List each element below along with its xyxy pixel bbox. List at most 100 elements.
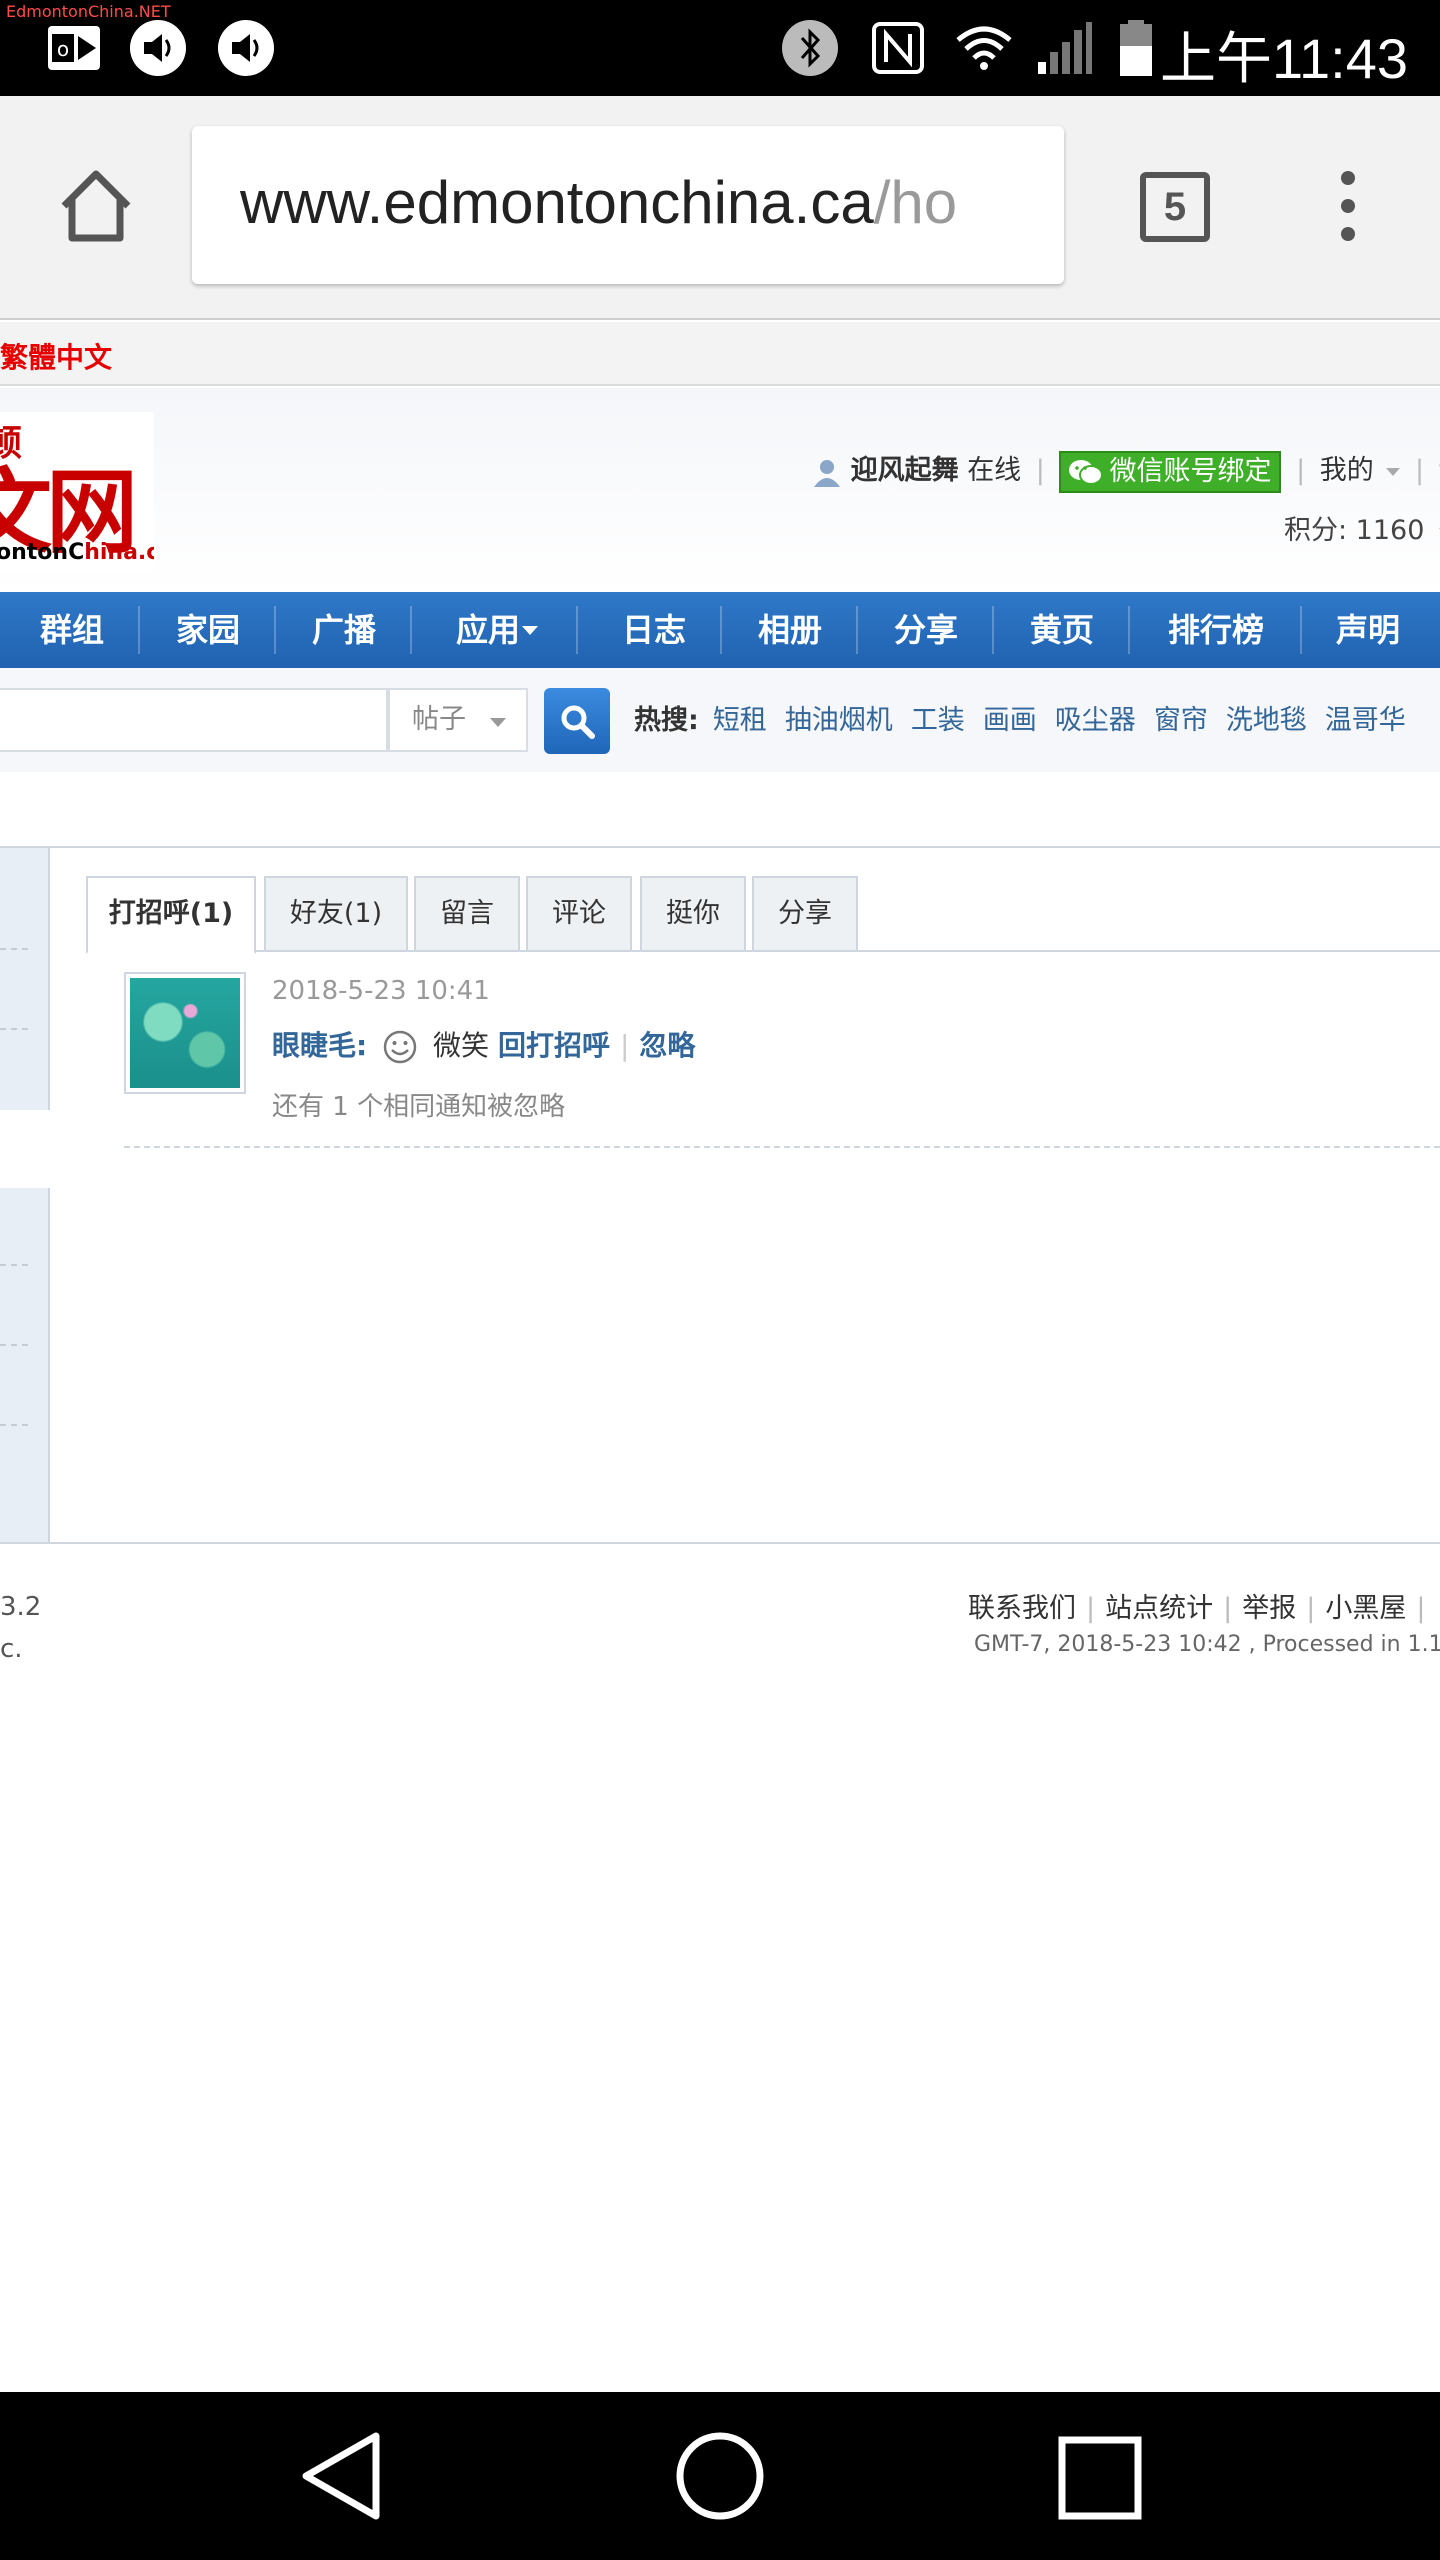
hot-keyword[interactable]: 窗帘 xyxy=(1154,705,1208,736)
address-bar[interactable]: www.edmontonchina.ca/ho xyxy=(192,126,1064,284)
home-circle-icon[interactable] xyxy=(674,2430,766,2522)
nav-separator xyxy=(856,606,858,654)
footer-processing-info: GMT-7, 2018-5-23 10:42 , Processed in 1.… xyxy=(974,1632,1440,1657)
tab-comments[interactable]: 评论 xyxy=(526,876,632,952)
footer-version: 3.2 xyxy=(0,1592,42,1622)
nav-item-blog[interactable]: 日志 xyxy=(612,592,696,668)
signal-icon xyxy=(1038,22,1092,74)
nav-separator xyxy=(410,606,412,654)
ignored-notice: 还有 1 个相同通知被忽略 xyxy=(272,1092,566,1122)
tab-friends[interactable]: 好友(1) xyxy=(264,876,408,952)
online-status: 在线 xyxy=(967,455,1022,486)
sender-link[interactable]: 眼睫毛 xyxy=(272,1029,356,1062)
more-options-icon[interactable] xyxy=(1330,168,1366,244)
separator: | xyxy=(1223,1593,1233,1624)
wifi-icon xyxy=(956,26,1012,70)
hot-keyword[interactable]: 画画 xyxy=(983,705,1037,736)
chevron-down-icon xyxy=(1386,467,1401,476)
username-link[interactable]: 迎风起舞 xyxy=(851,455,959,486)
wechat-icon xyxy=(1069,459,1104,485)
tab-switcher-button[interactable]: 5 xyxy=(1140,172,1210,242)
wechat-bind-button[interactable]: 微信账号绑定 xyxy=(1059,450,1282,493)
separator: | xyxy=(1306,1593,1316,1624)
report-link[interactable]: 举报 xyxy=(1242,1593,1296,1624)
greeting-action: 微笑 xyxy=(433,1029,490,1062)
tab-support[interactable]: 挺你 xyxy=(640,876,746,952)
hot-keyword[interactable]: 短租 xyxy=(713,705,767,736)
system-nav-bar xyxy=(0,2392,1440,2560)
nav-item-statement[interactable]: 声明 xyxy=(1326,592,1410,668)
blacklist-link[interactable]: 小黑屋 xyxy=(1325,1593,1406,1624)
search-button[interactable] xyxy=(544,688,610,754)
dropdown-caret-icon xyxy=(522,626,538,635)
separator: | xyxy=(1035,455,1045,486)
outlook-icon: o xyxy=(48,26,100,70)
site-logo[interactable]: 顿 文网 ontonChina.ca xyxy=(0,412,154,572)
hot-search: 热搜: 短租 抽油烟机 工装 画画 吸尘器 窗帘 洗地毯 温哥华 xyxy=(634,698,1424,737)
search-type-select[interactable]: 帖子 xyxy=(388,688,528,752)
search-icon xyxy=(561,705,595,739)
nav-item-ranking[interactable]: 排行榜 xyxy=(1156,592,1276,668)
status-bar: EdmontonChina.NET o 上午11:43 xyxy=(0,0,1440,96)
tab-greetings[interactable]: 打招呼(1) xyxy=(86,876,256,954)
reply-greeting-link[interactable]: 回打招呼 xyxy=(498,1029,610,1062)
nav-item-share[interactable]: 分享 xyxy=(884,592,968,668)
nav-item-apps[interactable]: 应用 xyxy=(446,592,530,668)
wechat-bind-label: 微信账号绑定 xyxy=(1109,455,1272,487)
avatar[interactable] xyxy=(124,972,246,1094)
notification-line: 眼睫毛: 微笑 回打招呼 | 忽略 xyxy=(272,1024,695,1065)
battery-icon xyxy=(1120,20,1152,76)
sidebar-divider xyxy=(0,1264,28,1266)
svg-text:o: o xyxy=(57,37,69,61)
separator: | xyxy=(1296,455,1306,486)
hot-keyword[interactable]: 温哥华 xyxy=(1325,705,1406,736)
sidebar-panel xyxy=(0,1188,50,1542)
hot-keyword[interactable]: 抽油烟机 xyxy=(785,705,893,736)
sidebar-divider xyxy=(0,1424,28,1426)
recents-icon[interactable] xyxy=(1056,2434,1144,2522)
volume-icon xyxy=(130,20,186,76)
hot-keyword[interactable]: 吸尘器 xyxy=(1055,705,1136,736)
nav-item-yellow-pages[interactable]: 黄页 xyxy=(1020,592,1104,668)
url-path: /ho xyxy=(873,169,958,236)
smile-icon xyxy=(383,1030,417,1064)
home-icon[interactable] xyxy=(56,166,136,246)
logo-domain-b: hina.ca xyxy=(84,540,154,565)
site-stats-link[interactable]: 站点统计 xyxy=(1105,1593,1213,1624)
points-display[interactable]: 积分: 1160 xyxy=(1284,508,1440,547)
nav-item-home[interactable]: 家园 xyxy=(166,592,250,668)
sidebar-divider xyxy=(0,1344,28,1346)
sender-colon: : xyxy=(356,1029,368,1062)
logo-domain: ontonChina.ca xyxy=(0,540,154,565)
nfc-icon xyxy=(872,22,924,74)
bluetooth-icon xyxy=(782,20,838,76)
footer-links: 联系我们 | 站点统计 | 举报 | 小黑屋 | xyxy=(968,1586,1435,1625)
footer-left: 3.2 c. xyxy=(0,1586,41,1670)
hot-keyword[interactable]: 洗地毯 xyxy=(1226,705,1307,736)
nav-item-broadcast[interactable]: 广播 xyxy=(302,592,386,668)
url-text: www.edmontonchina.ca/ho xyxy=(240,168,957,237)
sidebar-divider xyxy=(0,1028,28,1030)
nav-separator xyxy=(138,606,140,654)
user-icon xyxy=(814,459,840,487)
separator: | xyxy=(1086,1593,1096,1624)
tab-messages[interactable]: 留言 xyxy=(414,876,520,952)
nav-separator xyxy=(274,606,276,654)
site-header: 顿 文网 ontonChina.ca 迎风起舞 在线 | 微信账号绑定 | 我的… xyxy=(0,388,1440,592)
contact-us-link[interactable]: 联系我们 xyxy=(968,1593,1076,1624)
divider xyxy=(0,1542,1440,1544)
notification-item: 2018-5-23 10:41 眼睫毛: 微笑 回打招呼 | 忽略 还有 1 个相同… xyxy=(124,972,1440,1148)
ignore-link[interactable]: 忽略 xyxy=(639,1029,695,1062)
language-bar: 繁體中文 xyxy=(0,322,1440,386)
tab-share[interactable]: 分享 xyxy=(752,876,858,952)
traditional-chinese-link[interactable]: 繁體中文 xyxy=(0,336,112,376)
search-input[interactable] xyxy=(0,688,388,752)
nav-item-groups[interactable]: 群组 xyxy=(30,592,114,668)
back-icon[interactable] xyxy=(296,2428,386,2524)
nav-item-album[interactable]: 相册 xyxy=(748,592,832,668)
user-bar: 迎风起舞 在线 | 微信账号绑定 | 我的 | 设 xyxy=(812,448,1440,493)
nav-separator xyxy=(720,606,722,654)
my-menu[interactable]: 我的 xyxy=(1320,455,1374,486)
hot-keyword[interactable]: 工装 xyxy=(911,705,965,736)
volume-icon xyxy=(218,20,274,76)
